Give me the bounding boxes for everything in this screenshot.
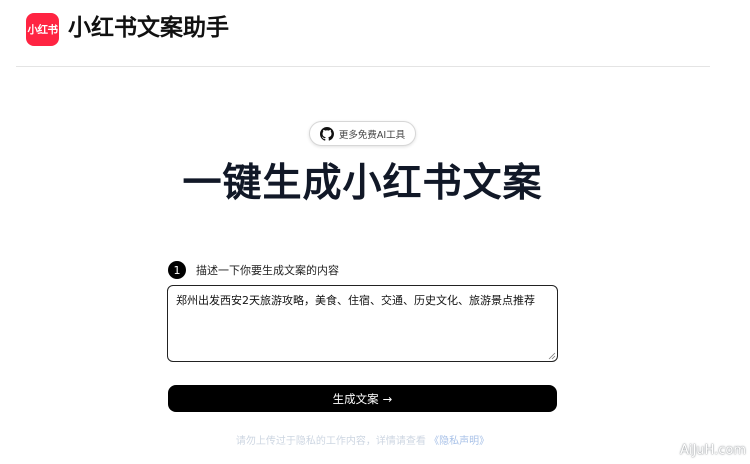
step-1-label: 描述一下你要生成文案的内容 — [196, 264, 339, 277]
step-1-header: 1 描述一下你要生成文案的内容 — [168, 260, 339, 280]
privacy-notice-text: 请勿上传过于隐私的工作内容，详情请查看 — [235, 436, 426, 447]
resize-handle-icon[interactable] — [548, 352, 556, 360]
page-title: 一键生成小红书文案 — [182, 161, 543, 206]
github-icon — [319, 126, 334, 141]
watermark: AiJuH.com — [679, 443, 746, 458]
more-ai-tools-label: 更多免费AI工具 — [338, 129, 406, 141]
header: 小红书 小红书文案助手 — [0, 0, 750, 66]
privacy-policy-link[interactable]: 《隐私声明》 — [429, 436, 489, 447]
privacy-notice: 请勿上传过于隐私的工作内容，详情请查看 《隐私声明》 — [0, 432, 725, 447]
step-number-badge: 1 — [168, 261, 186, 279]
more-ai-tools-button[interactable]: 更多免费AI工具 — [309, 121, 416, 146]
generate-button-label: 生成文案 — [332, 391, 379, 406]
generate-copy-button[interactable]: 生成文案 → — [168, 385, 557, 412]
content-description-input[interactable]: 郑州出发西安2天旅游攻略，美食、住宿、交通、历史文化、旅游景点推荐 — [167, 285, 558, 362]
header-divider — [16, 66, 710, 67]
app-title[interactable]: 小红书文案助手 — [68, 12, 229, 44]
arrow-right-icon: → — [382, 391, 393, 406]
app-logo[interactable]: 小红书 — [26, 13, 59, 46]
